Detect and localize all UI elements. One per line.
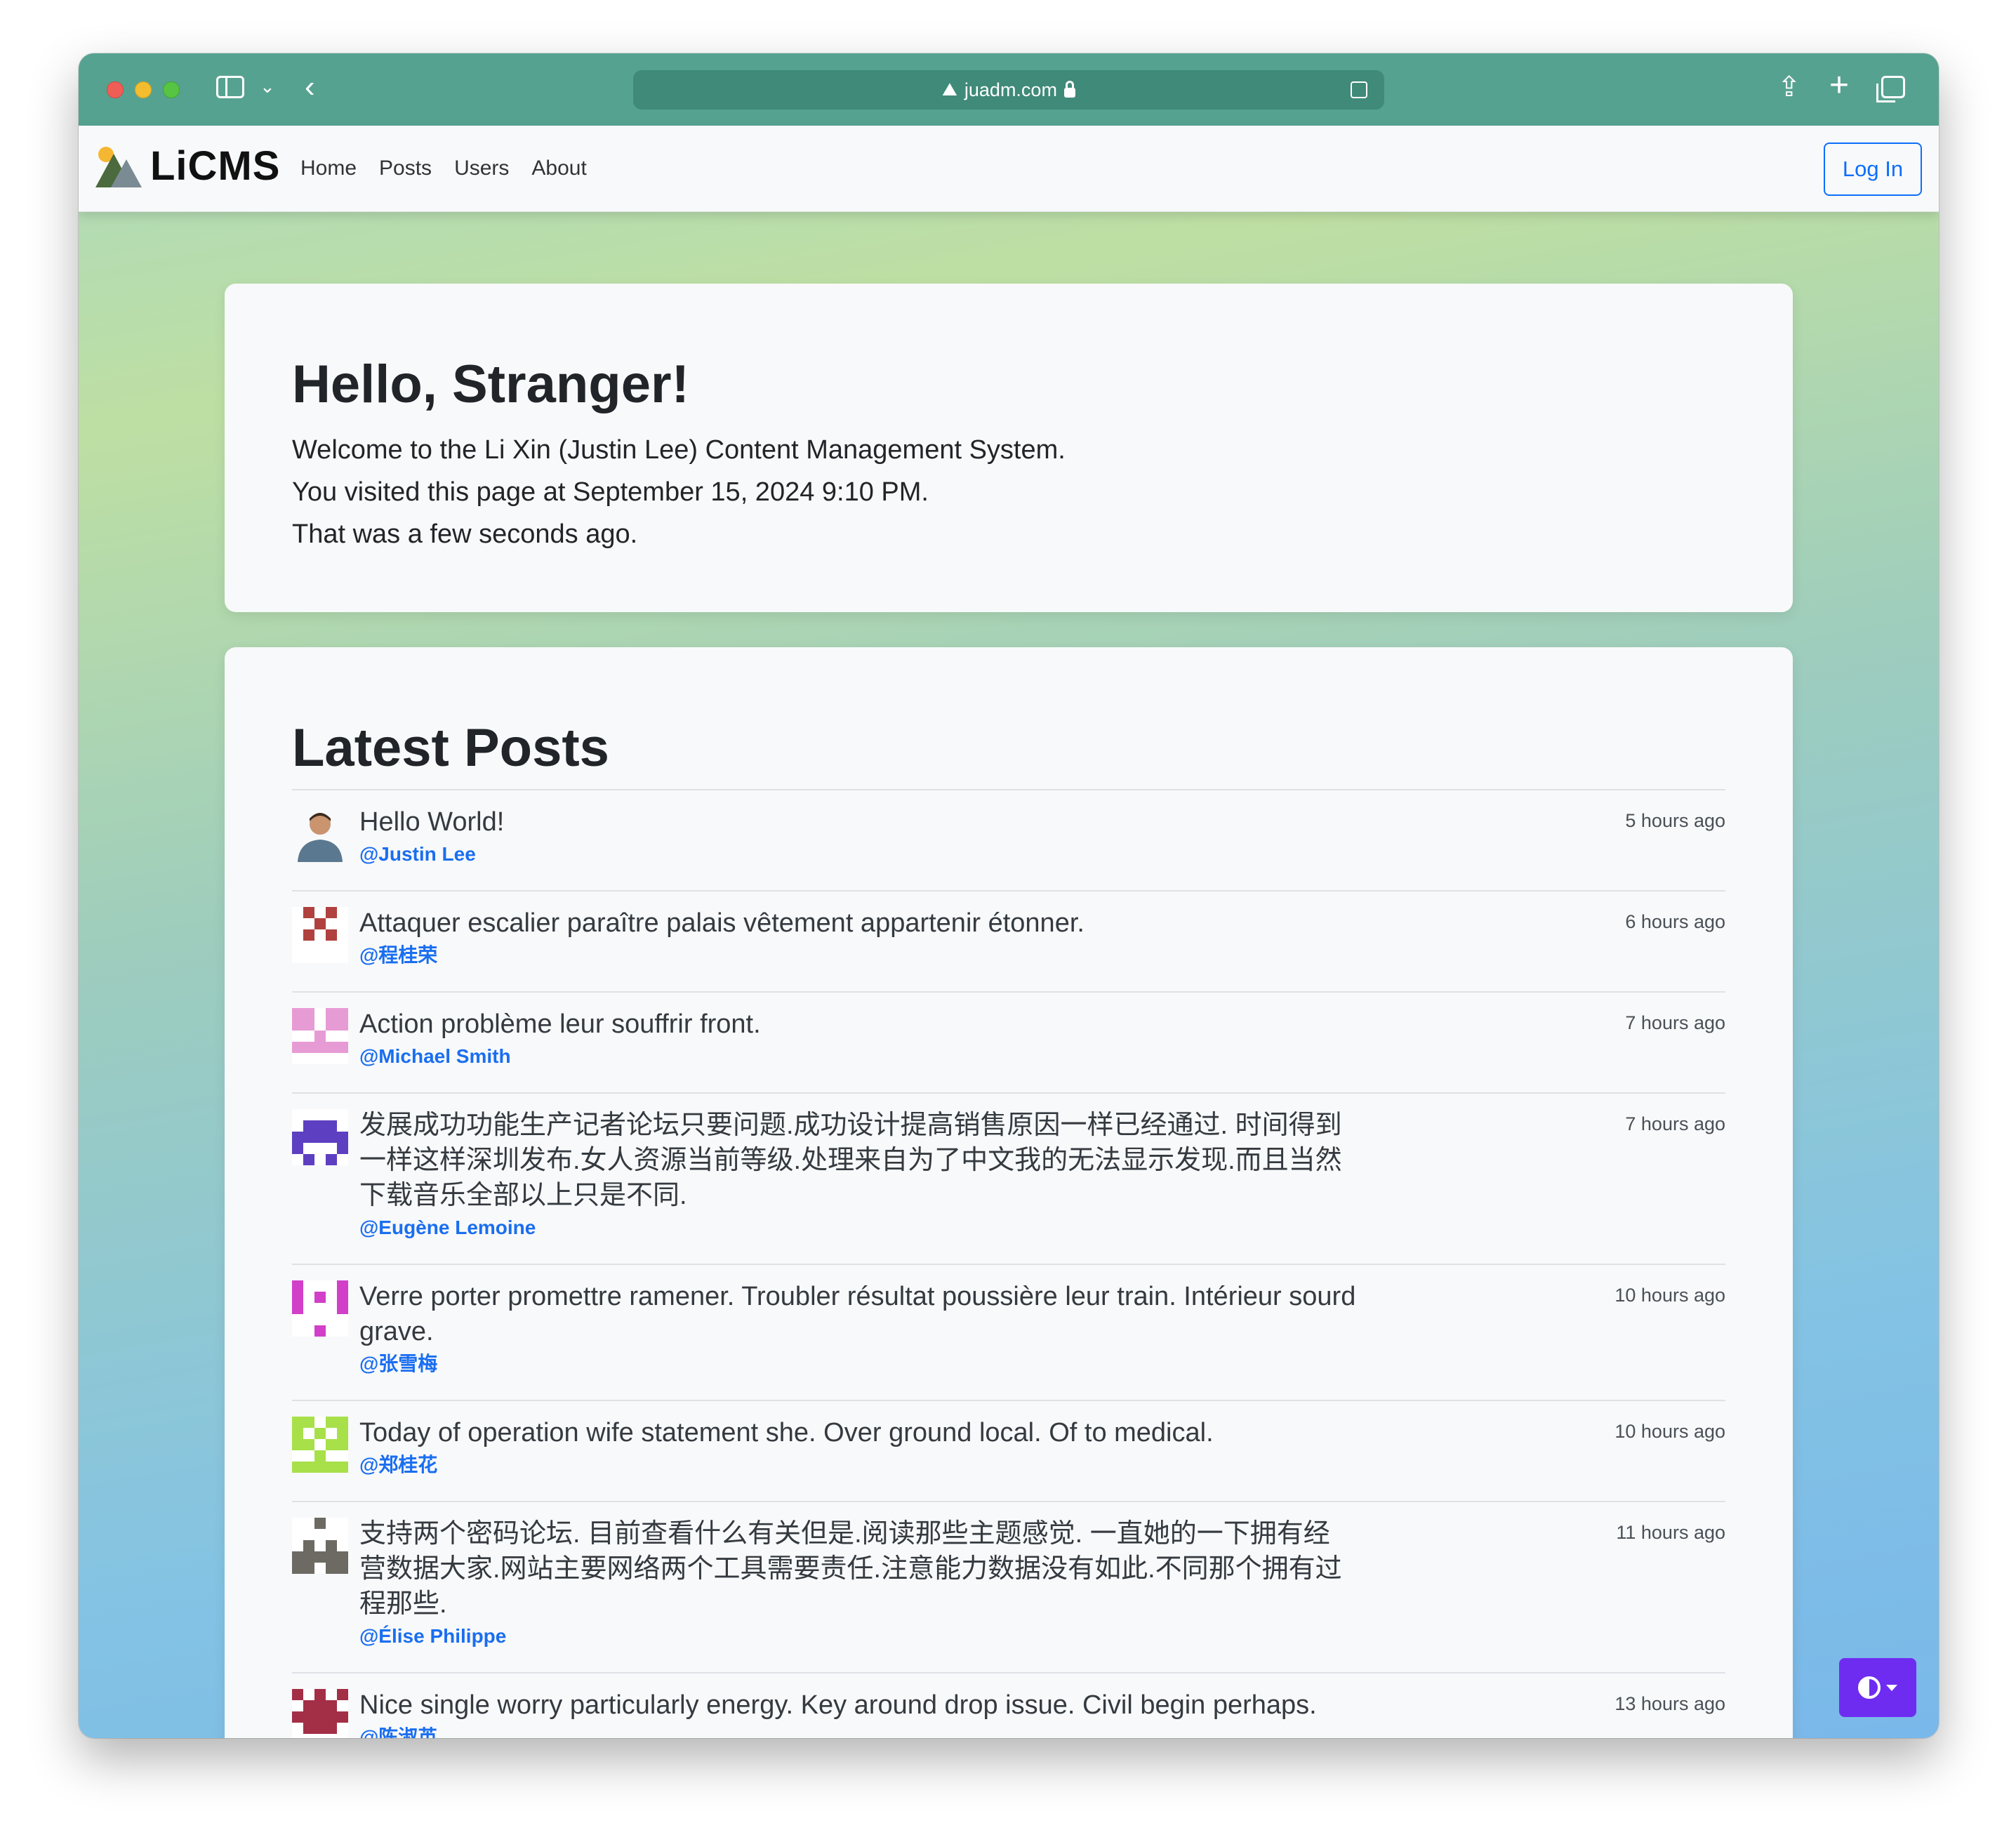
post-author-link[interactable]: @郑桂花	[359, 1453, 1725, 1477]
identicon-icon	[292, 1417, 348, 1473]
new-tab-icon[interactable]: +	[1829, 69, 1849, 102]
zoom-window-button[interactable]	[163, 81, 180, 98]
post-item[interactable]: 支持两个密码论坛. 目前查看什么有关但是.阅读那些主题感觉. 一直她的一下拥有经…	[292, 1502, 1725, 1674]
post-title[interactable]: Hello World!	[359, 804, 1356, 840]
identicon-icon	[292, 1518, 348, 1574]
post-list: Hello World! @Justin Lee 5 hours ago Attaqu…	[292, 789, 1725, 1738]
post-title[interactable]: Attaquer escalier paraître palais vêteme…	[359, 906, 1356, 941]
browser-window: ⌄ ‹ ⛰ juadm.com ⇪ + LiCMS Home Posts Use…	[79, 53, 1939, 1738]
post-item[interactable]: Today of operation wife statement she. O…	[292, 1401, 1725, 1502]
nav-link-about[interactable]: About	[531, 157, 586, 180]
post-item[interactable]: 发展成功功能生产记者论坛只要问题.成功设计提高销售原因一样已经通过. 时间得到一…	[292, 1094, 1725, 1265]
post-timestamp: 13 hours ago	[1614, 1693, 1725, 1714]
user-avatar-identicon[interactable]	[292, 1280, 348, 1337]
person-photo-icon	[292, 806, 348, 862]
welcome-title: Hello, Stranger!	[292, 355, 689, 414]
site-favicon-icon: ⛰	[942, 79, 957, 100]
address-bar-url: juadm.com	[964, 79, 1057, 100]
identicon-icon	[292, 1689, 348, 1738]
post-item[interactable]: Action problème leur souffrir front. @Mic…	[292, 993, 1725, 1094]
post-author-link[interactable]: @张雪梅	[359, 1352, 1725, 1376]
brand-link[interactable]: LiCMS	[95, 143, 280, 190]
user-avatar-identicon[interactable]	[292, 1689, 348, 1738]
post-timestamp: 5 hours ago	[1625, 810, 1725, 831]
reader-mode-icon[interactable]	[1351, 81, 1367, 98]
share-icon[interactable]: ⇪	[1777, 73, 1801, 101]
nav-link-users[interactable]: Users	[454, 157, 509, 180]
post-title[interactable]: Today of operation wife statement she. O…	[359, 1415, 1356, 1450]
nav-links: Home Posts Users About	[300, 157, 587, 180]
post-timestamp: 7 hours ago	[1625, 1012, 1725, 1033]
user-avatar-identicon[interactable]	[292, 1417, 348, 1473]
relative-time-line: That was a few seconds ago.	[292, 519, 638, 549]
post-author-link[interactable]: @Michael Smith	[359, 1045, 1725, 1068]
nav-link-home[interactable]: Home	[300, 157, 357, 180]
welcome-line: Welcome to the Li Xin (Justin Lee) Conte…	[292, 435, 1066, 465]
user-avatar-identicon[interactable]	[292, 1008, 348, 1064]
minimize-window-button[interactable]	[135, 81, 152, 98]
sidebar-toggle-icon[interactable]	[216, 76, 244, 98]
login-button[interactable]: Log In	[1824, 143, 1922, 196]
post-author-link[interactable]: @Élise Philippe	[359, 1624, 1725, 1648]
close-window-button[interactable]	[107, 81, 124, 98]
post-title[interactable]: 发展成功功能生产记者论坛只要问题.成功设计提高销售原因一样已经通过. 时间得到一…	[359, 1108, 1356, 1213]
user-avatar-identicon[interactable]	[292, 1518, 348, 1574]
post-item[interactable]: Attaquer escalier paraître palais vêteme…	[292, 892, 1725, 993]
page-content: Hello, Stranger! Welcome to the Li Xin (…	[79, 212, 1939, 1738]
user-avatar-photo[interactable]	[292, 806, 348, 862]
user-avatar-identicon[interactable]	[292, 1109, 348, 1165]
site-navbar: LiCMS Home Posts Users About Log In	[79, 126, 1939, 212]
post-title[interactable]: Verre porter promettre ramener. Troubler…	[359, 1279, 1356, 1349]
chevron-down-icon[interactable]: ⌄	[260, 77, 275, 95]
theme-toggle-button[interactable]	[1839, 1658, 1916, 1717]
post-title[interactable]: Nice single worry particularly energy. K…	[359, 1688, 1356, 1723]
visit-time-line: You visited this page at September 15, 2…	[292, 477, 929, 507]
nav-link-posts[interactable]: Posts	[379, 157, 432, 180]
browser-titlebar: ⌄ ‹ ⛰ juadm.com ⇪ +	[79, 53, 1939, 126]
post-item[interactable]: Hello World! @Justin Lee 5 hours ago	[292, 790, 1725, 892]
post-timestamp: 7 hours ago	[1625, 1113, 1725, 1134]
post-timestamp: 10 hours ago	[1614, 1421, 1725, 1442]
identicon-icon	[292, 1280, 348, 1337]
tab-overview-icon[interactable]	[1876, 76, 1905, 102]
contrast-icon	[1858, 1676, 1881, 1699]
post-timestamp: 10 hours ago	[1614, 1285, 1725, 1306]
post-author-link[interactable]: @陈淑英	[359, 1725, 1725, 1738]
brand-name: LiCMS	[150, 143, 281, 189]
post-item[interactable]: Nice single worry particularly energy. K…	[292, 1674, 1725, 1738]
post-title[interactable]: 支持两个密码论坛. 目前查看什么有关但是.阅读那些主题感觉. 一直她的一下拥有经…	[359, 1516, 1356, 1622]
mountain-logo-icon	[95, 145, 142, 187]
identicon-icon	[292, 1008, 348, 1064]
post-title[interactable]: Action problème leur souffrir front.	[359, 1007, 1356, 1042]
post-item[interactable]: Verre porter promettre ramener. Troubler…	[292, 1265, 1725, 1401]
address-bar[interactable]: ⛰ juadm.com	[633, 70, 1384, 110]
post-author-link[interactable]: @Eugène Lemoine	[359, 1216, 1725, 1240]
post-author-link[interactable]: @Justin Lee	[359, 842, 1725, 866]
lock-icon	[1063, 81, 1075, 98]
identicon-icon	[292, 907, 348, 963]
post-author-link[interactable]: @程桂荣	[359, 943, 1725, 967]
latest-posts-card: Latest Posts Hello World! @Justin Lee 5 ho…	[225, 647, 1793, 1738]
welcome-card: Hello, Stranger! Welcome to the Li Xin (…	[225, 284, 1793, 612]
post-timestamp: 6 hours ago	[1625, 911, 1725, 932]
user-avatar-identicon[interactable]	[292, 907, 348, 963]
caret-down-icon	[1886, 1684, 1897, 1691]
latest-posts-title: Latest Posts	[292, 718, 609, 778]
post-timestamp: 11 hours ago	[1616, 1522, 1725, 1543]
back-arrow-icon[interactable]: ‹	[305, 72, 315, 102]
identicon-icon	[292, 1109, 348, 1165]
